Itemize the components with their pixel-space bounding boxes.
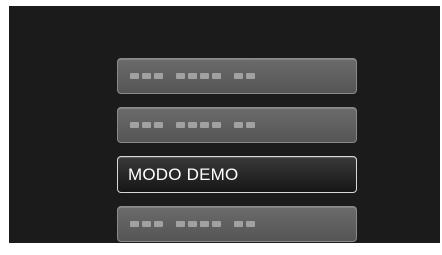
menu-item-1[interactable]	[117, 58, 357, 94]
blurred-label	[130, 221, 255, 227]
menu-item-4[interactable]	[117, 206, 357, 242]
menu-item-2[interactable]	[117, 107, 357, 143]
camera-menu-screen: MODO DEMO	[9, 6, 440, 243]
menu-item-label: MODO DEMO	[128, 164, 239, 184]
blurred-label	[130, 73, 255, 79]
menu-list: MODO DEMO	[117, 58, 357, 255]
blurred-label	[130, 122, 255, 128]
menu-item-modo-demo[interactable]: MODO DEMO	[117, 156, 357, 193]
